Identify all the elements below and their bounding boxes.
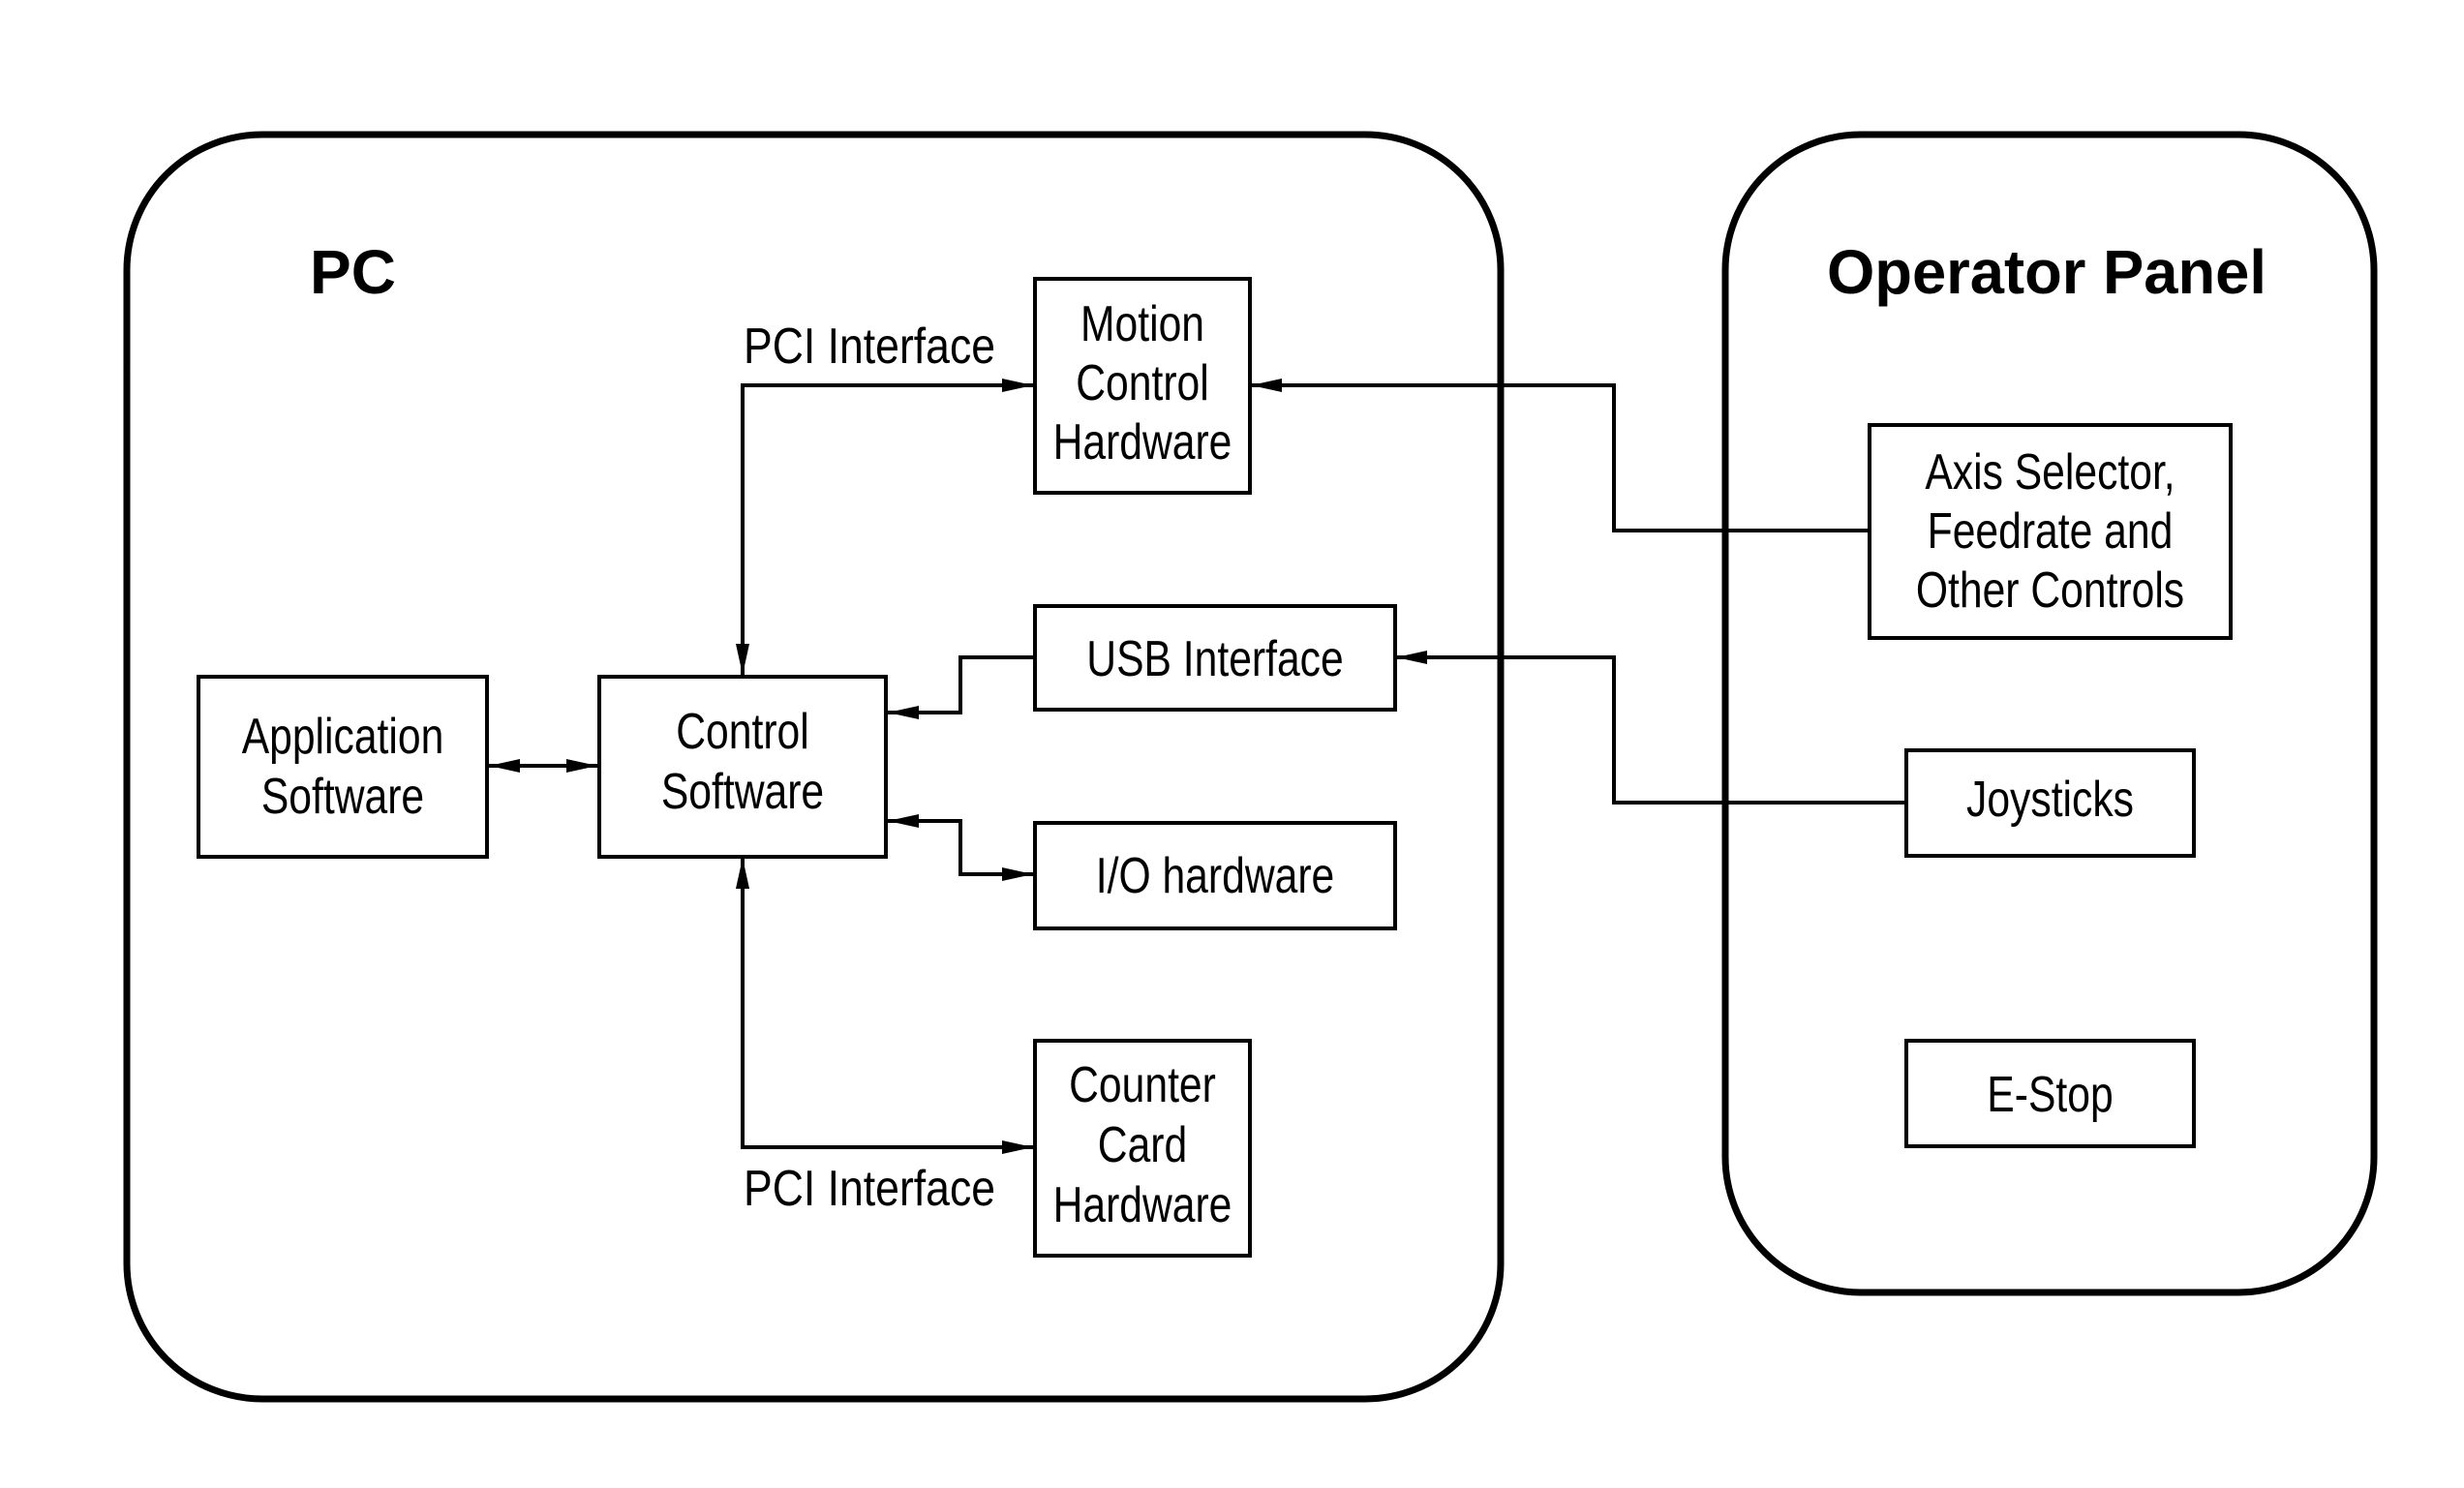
node-counter-card-hardware-label-line: Counter — [1069, 1057, 1216, 1113]
node-control-software-label-line: Software — [661, 764, 824, 820]
node-application-software: ApplicationSoftware — [197, 675, 489, 859]
node-usb-interface-label-line: USB Interface — [1086, 631, 1343, 687]
node-axis-selector: Axis Selector,Feedrate andOther Controls — [1868, 423, 2233, 640]
node-counter-card-hardware-label-line: Hardware — [1053, 1177, 1232, 1233]
container-operator-panel-title: Operator Panel — [1827, 237, 2266, 307]
edge-label-pci-interface-motion: PCI Interface — [744, 319, 995, 375]
node-joysticks-label-line: Joysticks — [1966, 772, 2134, 828]
node-usb-interface: USB Interface — [1033, 604, 1397, 712]
node-counter-card-hardware-label-line: Card — [1098, 1117, 1187, 1173]
node-control-software-label-line: Control — [676, 704, 809, 760]
node-motion-control-hardware-label-line: Control — [1076, 355, 1209, 411]
node-control-software: ControlSoftware — [597, 675, 888, 859]
node-e-stop-label-line: E-Stop — [1987, 1067, 2113, 1123]
diagram-canvas: PC Operator Panel ApplicationSoftwareCon… — [0, 0, 2464, 1488]
node-axis-selector-label-line: Axis Selector, — [1925, 444, 2175, 501]
node-axis-selector-label-line: Other Controls — [1916, 562, 2184, 619]
node-io-hardware-label-line: I/O hardware — [1096, 848, 1335, 904]
node-application-software-box — [197, 675, 489, 859]
node-application-software-label-line: Application — [242, 709, 444, 765]
node-axis-selector-label-line: Feedrate and — [1928, 503, 2174, 560]
node-counter-card-hardware: CounterCardHardware — [1033, 1039, 1252, 1258]
node-motion-control-hardware-label-line: Hardware — [1053, 414, 1232, 471]
node-motion-control-hardware: MotionControlHardware — [1033, 277, 1252, 495]
node-motion-control-hardware-label-line: Motion — [1080, 296, 1204, 352]
node-joysticks: Joysticks — [1904, 748, 2196, 858]
container-pc-title: PC — [310, 237, 396, 307]
node-e-stop: E-Stop — [1904, 1039, 2196, 1148]
node-io-hardware: I/O hardware — [1033, 821, 1397, 930]
edge-label-pci-interface-counter: PCI Interface — [744, 1161, 995, 1217]
node-application-software-label-line: Software — [261, 769, 424, 825]
